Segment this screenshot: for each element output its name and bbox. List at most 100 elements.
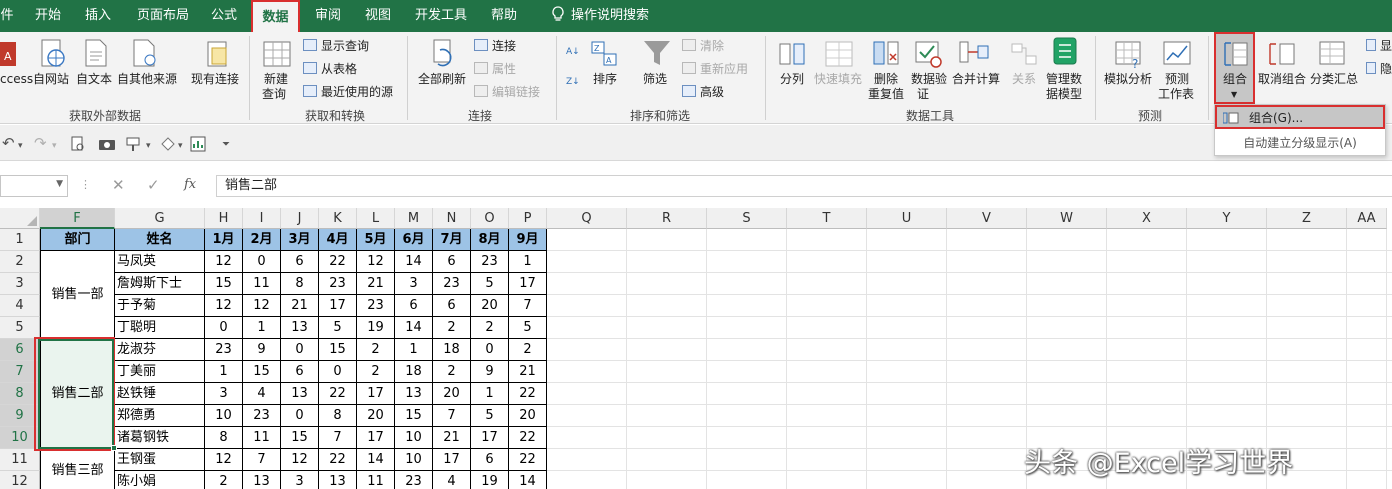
column-header[interactable]: H (205, 208, 243, 229)
from-other-sources-button[interactable]: 自其他来源 (117, 72, 177, 87)
value-cell[interactable]: 18 (433, 339, 471, 361)
chart-icon[interactable] (190, 136, 206, 152)
remove-duplicates-label-2[interactable]: 重复值 (868, 87, 904, 102)
value-cell[interactable]: 14 (509, 471, 547, 489)
tab-data[interactable]: 数据 (251, 0, 300, 33)
row-header[interactable]: 3 (0, 273, 40, 295)
value-cell[interactable]: 7 (433, 405, 471, 427)
row-header[interactable]: 7 (0, 361, 40, 383)
ungroup-button[interactable]: 取消组合 (1258, 72, 1306, 87)
format-painter-icon[interactable] (126, 136, 144, 152)
value-cell[interactable]: 5 (319, 317, 357, 339)
column-header[interactable]: AA (1347, 208, 1387, 229)
value-cell[interactable]: 3 (281, 471, 319, 489)
column-header[interactable]: Q (547, 208, 627, 229)
undo-icon[interactable]: ↶ (2, 134, 15, 152)
value-cell[interactable]: 21 (281, 295, 319, 317)
value-cell[interactable]: 20 (509, 405, 547, 427)
value-cell[interactable]: 13 (281, 383, 319, 405)
table-header-cell[interactable]: 5月 (357, 229, 395, 251)
table-header-cell[interactable]: 1月 (205, 229, 243, 251)
value-cell[interactable]: 1 (395, 339, 433, 361)
value-cell[interactable]: 6 (281, 361, 319, 383)
row-header[interactable]: 4 (0, 295, 40, 317)
value-cell[interactable]: 0 (205, 317, 243, 339)
menu-item-auto-outline[interactable]: 自动建立分级显示(A) (1215, 131, 1385, 155)
name-cell[interactable]: 郑德勇 (115, 405, 205, 427)
value-cell[interactable]: 20 (433, 383, 471, 405)
value-cell[interactable]: 7 (509, 295, 547, 317)
customize-qat-icon[interactable]: ⏷ (222, 136, 230, 154)
value-cell[interactable]: 13 (395, 383, 433, 405)
value-cell[interactable]: 6 (471, 449, 509, 471)
value-cell[interactable]: 15 (281, 427, 319, 449)
show-queries-button[interactable]: 显示查询 (303, 37, 369, 55)
value-cell[interactable]: 17 (357, 383, 395, 405)
value-cell[interactable]: 11 (243, 427, 281, 449)
tab-insert[interactable]: 插入 (76, 0, 120, 32)
tell-me-search[interactable]: 操作说明搜索 (540, 0, 660, 32)
undo-dropdown-icon[interactable]: ▾ (18, 137, 23, 155)
tab-page-layout[interactable]: 页面布局 (130, 0, 196, 32)
column-header[interactable]: F (40, 208, 115, 229)
column-header[interactable]: U (867, 208, 947, 229)
forecast-sheet-label-2[interactable]: 工作表 (1158, 87, 1194, 102)
column-header[interactable]: K (319, 208, 357, 229)
shapes-icon[interactable] (160, 136, 176, 152)
value-cell[interactable]: 23 (205, 339, 243, 361)
value-cell[interactable]: 8 (205, 427, 243, 449)
value-cell[interactable]: 17 (319, 295, 357, 317)
value-cell[interactable]: 3 (395, 273, 433, 295)
show-detail-button[interactable]: 显 (1366, 37, 1392, 55)
value-cell[interactable]: 10 (395, 449, 433, 471)
value-cell[interactable]: 5 (509, 317, 547, 339)
column-header[interactable]: P (509, 208, 547, 229)
value-cell[interactable]: 1 (205, 361, 243, 383)
value-cell[interactable]: 0 (281, 339, 319, 361)
value-cell[interactable]: 14 (395, 251, 433, 273)
new-query-label-1[interactable]: 新建 (264, 72, 288, 87)
forecast-sheet-label-1[interactable]: 预测 (1165, 72, 1189, 87)
column-header[interactable]: W (1027, 208, 1107, 229)
tab-home[interactable]: 开始 (26, 0, 70, 32)
value-cell[interactable]: 7 (319, 427, 357, 449)
tab-file[interactable]: 件 (0, 0, 14, 32)
value-cell[interactable]: 22 (319, 251, 357, 273)
consolidate-button[interactable]: 合并计算 (952, 72, 1000, 87)
row-header[interactable]: 5 (0, 317, 40, 339)
tab-view[interactable]: 视图 (356, 0, 400, 32)
value-cell[interactable]: 12 (243, 295, 281, 317)
value-cell[interactable]: 6 (395, 295, 433, 317)
value-cell[interactable]: 22 (509, 383, 547, 405)
value-cell[interactable]: 0 (471, 339, 509, 361)
value-cell[interactable]: 0 (319, 361, 357, 383)
value-cell[interactable]: 8 (319, 405, 357, 427)
value-cell[interactable]: 13 (319, 471, 357, 489)
value-cell[interactable]: 2 (471, 317, 509, 339)
advanced-filter-button[interactable]: 高级 (682, 83, 724, 101)
relationships-button[interactable]: 关系 (1012, 72, 1036, 87)
value-cell[interactable]: 15 (319, 339, 357, 361)
shapes-dropdown-icon[interactable]: ▾ (178, 137, 183, 155)
value-cell[interactable]: 2 (357, 361, 395, 383)
clear-filter-button[interactable]: 清除 (682, 37, 724, 55)
value-cell[interactable]: 5 (471, 405, 509, 427)
row-header[interactable]: 6 (0, 339, 40, 361)
value-cell[interactable]: 1 (509, 251, 547, 273)
column-header[interactable]: Y (1187, 208, 1267, 229)
name-cell[interactable]: 龙淑芬 (115, 339, 205, 361)
value-cell[interactable]: 17 (433, 449, 471, 471)
value-cell[interactable]: 10 (205, 405, 243, 427)
value-cell[interactable]: 12 (205, 449, 243, 471)
value-cell[interactable]: 2 (509, 339, 547, 361)
from-text-button[interactable]: 自文本 (76, 72, 112, 87)
name-cell[interactable]: 丁聪明 (115, 317, 205, 339)
new-query-label-2[interactable]: 查询 (262, 87, 286, 102)
value-cell[interactable]: 19 (471, 471, 509, 489)
value-cell[interactable]: 0 (281, 405, 319, 427)
value-cell[interactable]: 19 (357, 317, 395, 339)
value-cell[interactable]: 13 (281, 317, 319, 339)
column-header[interactable]: T (787, 208, 867, 229)
value-cell[interactable]: 15 (243, 361, 281, 383)
name-box[interactable]: ▼ (0, 175, 68, 197)
